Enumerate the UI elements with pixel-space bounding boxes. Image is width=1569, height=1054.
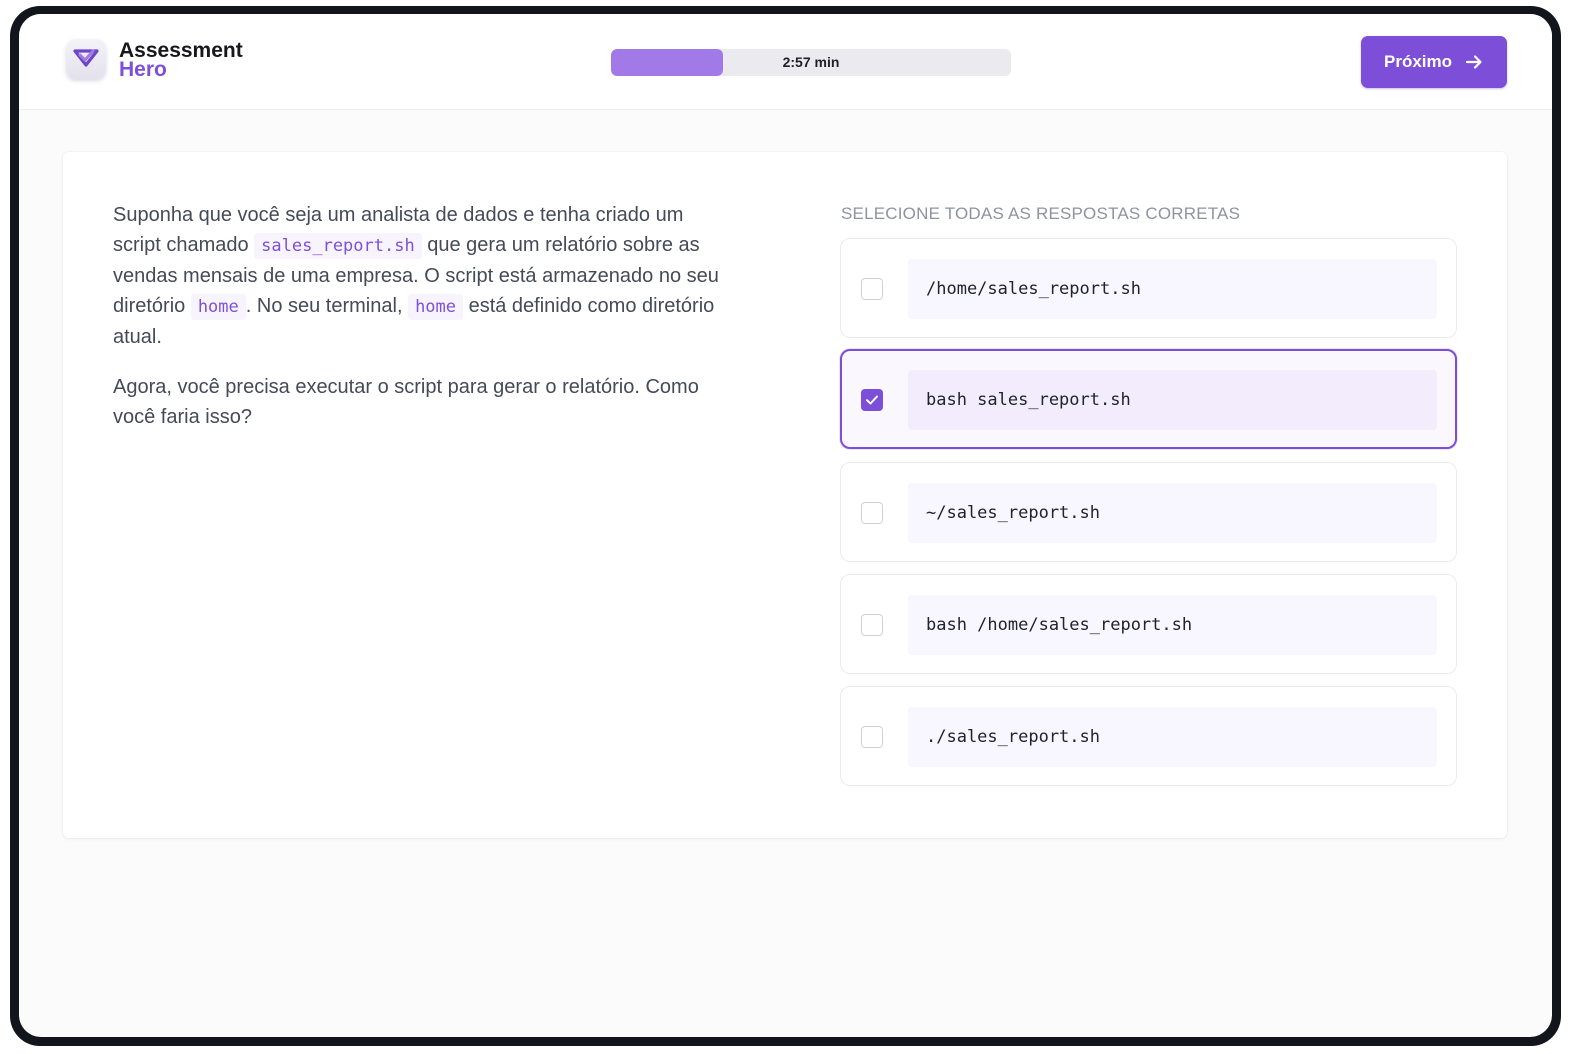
answer-checkbox[interactable] xyxy=(861,614,883,636)
answer-option[interactable]: ~/sales_report.sh xyxy=(840,462,1457,562)
question-text: Suponha que você seja um analista de dad… xyxy=(113,200,733,452)
inline-code: home xyxy=(408,294,464,320)
answer-code: /home/sales_report.sh xyxy=(908,259,1437,319)
next-button-label: Próximo xyxy=(1383,52,1453,71)
timer-label: 2:57 min xyxy=(782,54,840,70)
checkmark-icon xyxy=(866,395,878,405)
answer-checkbox[interactable] xyxy=(861,502,883,524)
question-paragraph: Agora, você precisa executar o script pa… xyxy=(113,376,699,428)
timer-progress-bar: 2:57 min xyxy=(611,49,1011,76)
answer-option[interactable]: bash sales_report.sh xyxy=(840,349,1457,449)
top-bar: Assessment Hero 2:57 min Próximo xyxy=(19,14,1552,110)
answer-option[interactable]: ./sales_report.sh xyxy=(840,686,1457,786)
heart-check-icon xyxy=(66,39,106,79)
inline-code: sales_report.sh xyxy=(254,233,422,259)
answer-checkbox-checked[interactable] xyxy=(861,389,883,411)
brand-logo: Assessment Hero xyxy=(119,40,243,81)
answers-instruction: SELECIONE TODAS AS RESPOSTAS CORRETAS xyxy=(841,204,1241,223)
answer-option[interactable]: bash /home/sales_report.sh xyxy=(840,574,1457,674)
answer-code: bash /home/sales_report.sh xyxy=(908,595,1437,655)
brand-name-accent: Hero xyxy=(119,58,167,81)
arrow-right-icon xyxy=(1465,55,1482,69)
question-text-segment: . No seu terminal, xyxy=(245,295,409,317)
answer-checkbox[interactable] xyxy=(861,726,883,748)
next-button[interactable]: Próximo xyxy=(1361,36,1507,88)
question-paragraph: Suponha que você seja um analista de dad… xyxy=(113,200,733,352)
answer-option[interactable]: /home/sales_report.sh xyxy=(840,238,1457,338)
question-card: Suponha que você seja um analista de dad… xyxy=(63,152,1507,838)
answer-code: ~/sales_report.sh xyxy=(908,483,1437,543)
app-screen: Assessment Hero 2:57 min Próximo Suponha… xyxy=(19,14,1552,1037)
answer-code: bash sales_report.sh xyxy=(908,370,1437,430)
inline-code: home xyxy=(190,294,246,320)
device-frame: Assessment Hero 2:57 min Próximo Suponha… xyxy=(10,6,1561,1046)
answer-checkbox[interactable] xyxy=(861,278,883,300)
answer-code: ./sales_report.sh xyxy=(908,707,1437,767)
